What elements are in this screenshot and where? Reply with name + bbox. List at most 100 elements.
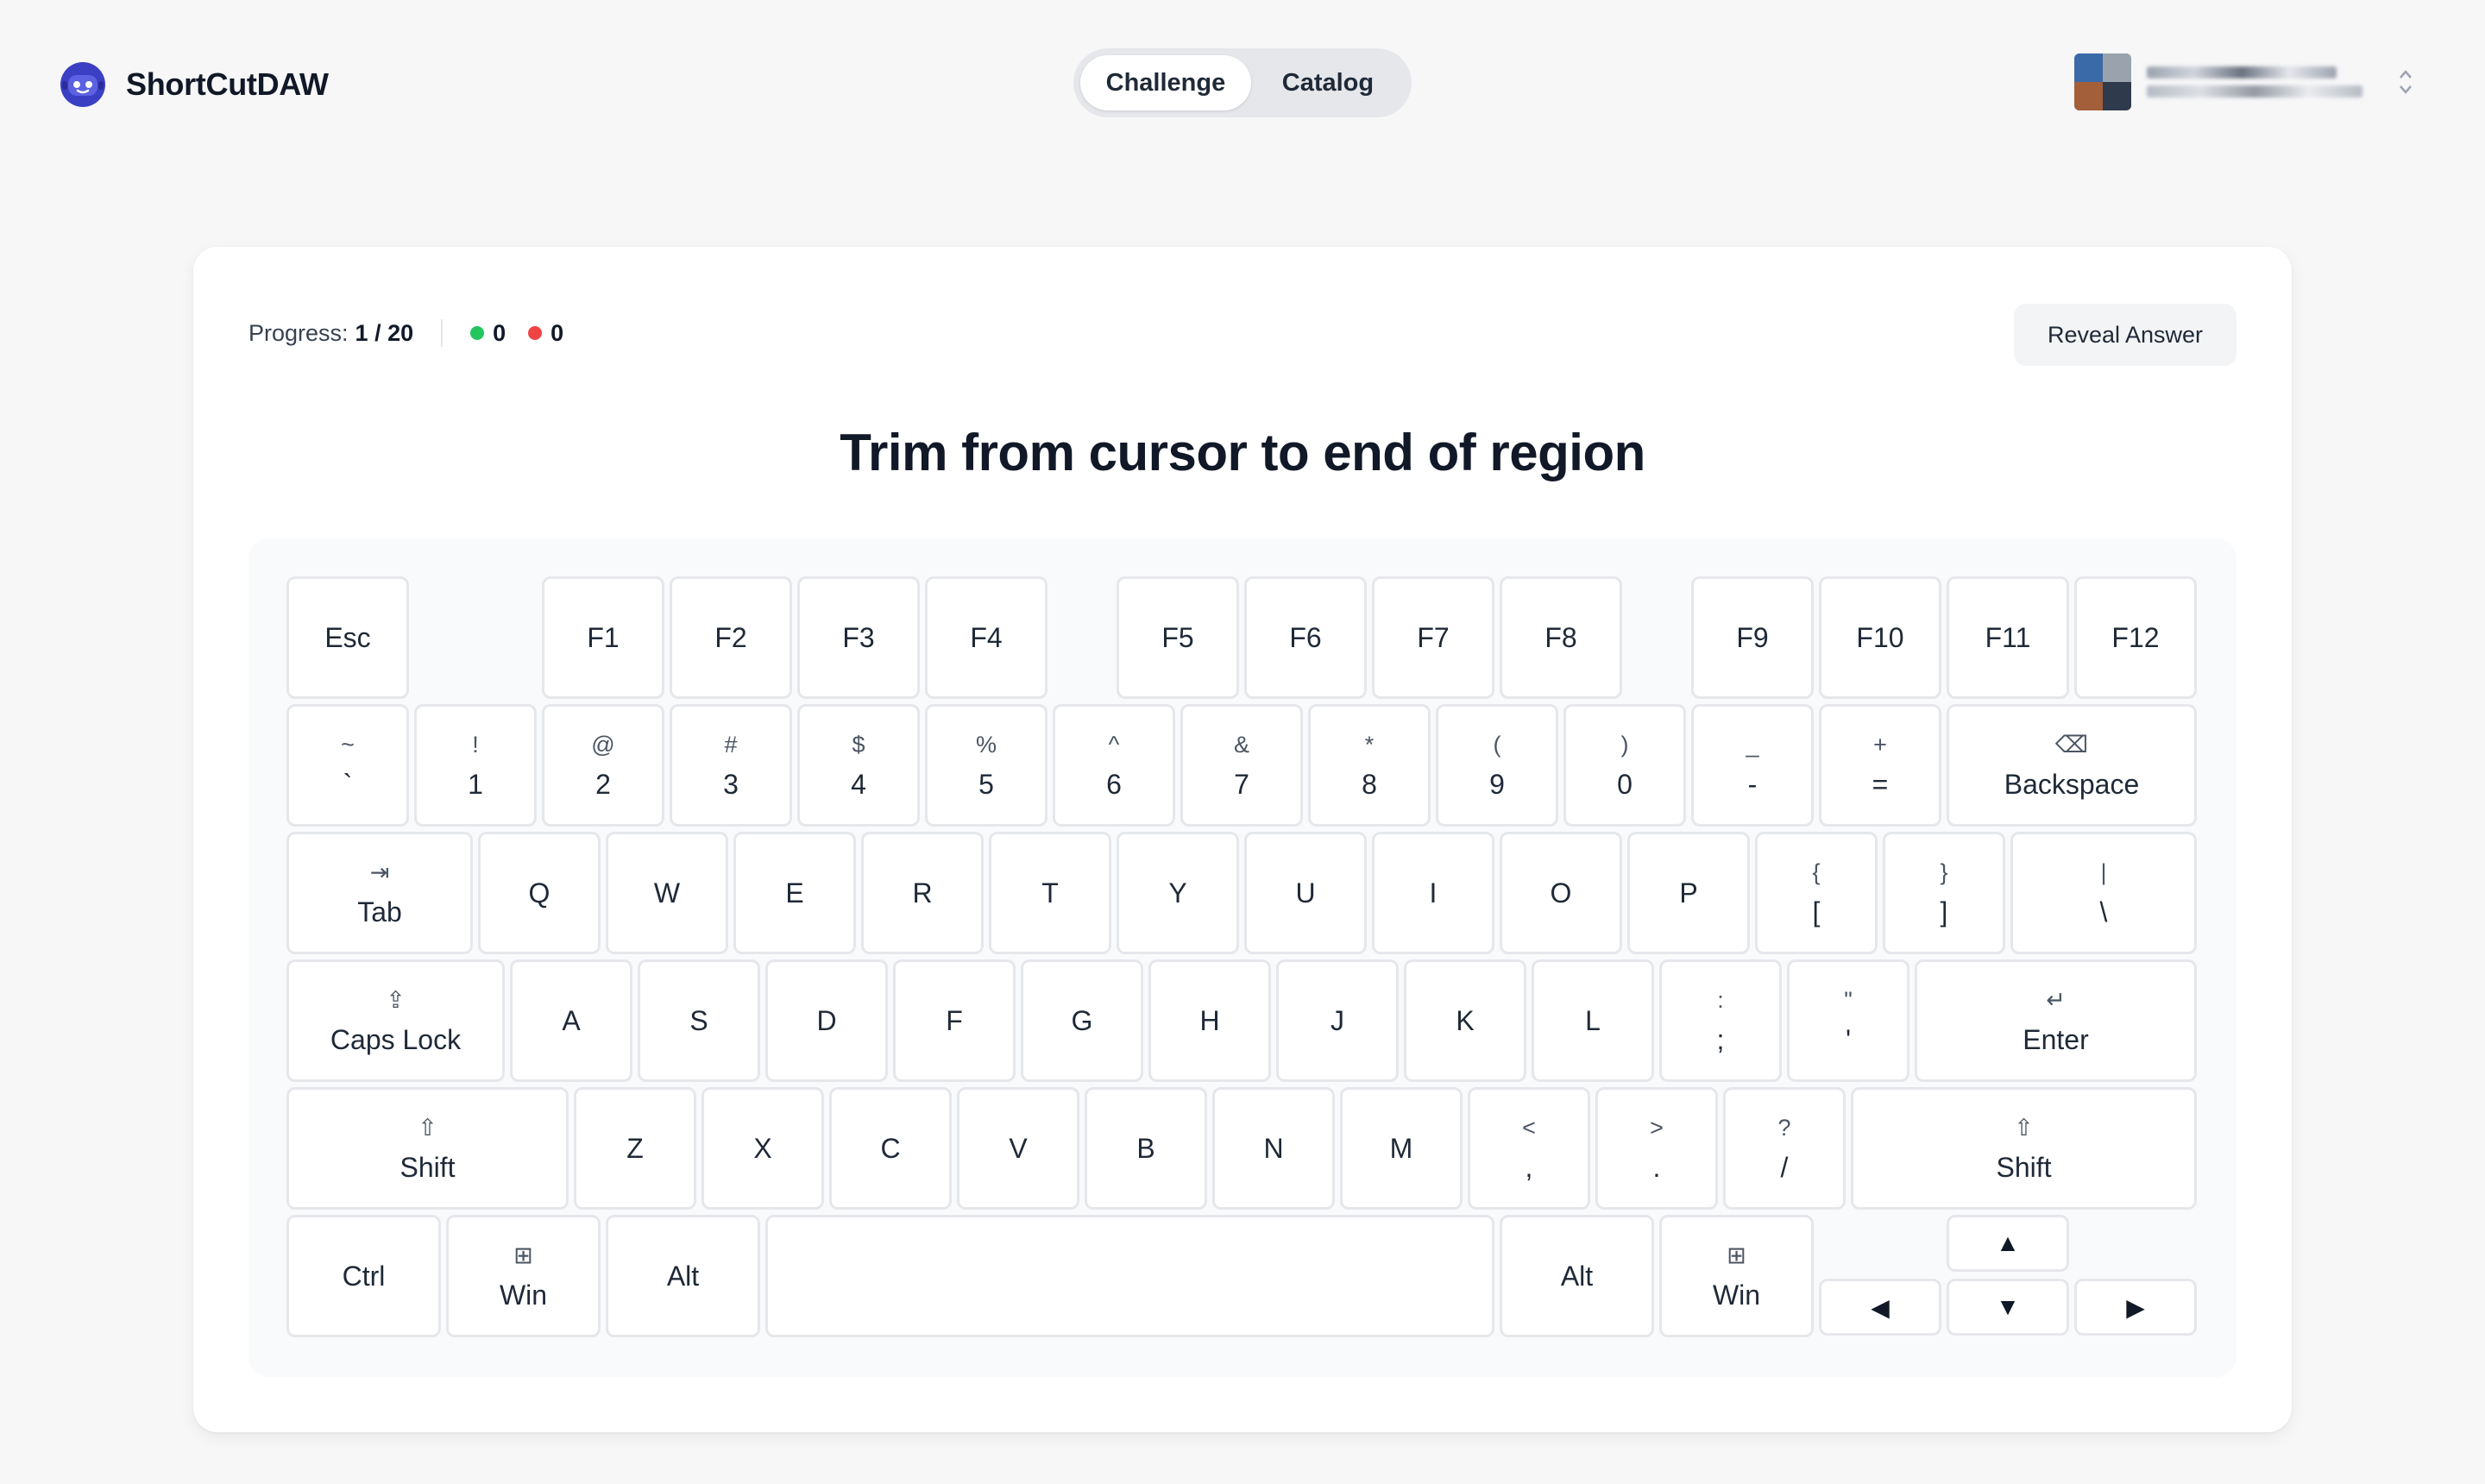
key-f2[interactable]: F2 bbox=[670, 576, 792, 699]
key-f4[interactable]: F4 bbox=[925, 576, 1047, 699]
key-symbol[interactable]: {[ bbox=[1755, 832, 1878, 954]
key-e[interactable]: E bbox=[733, 832, 856, 954]
key-3[interactable]: #3 bbox=[670, 704, 792, 827]
key-shift[interactable]: ⇧ Shift bbox=[286, 1087, 569, 1210]
key-g[interactable]: G bbox=[1021, 959, 1143, 1082]
key-n[interactable]: N bbox=[1212, 1087, 1335, 1210]
key-symbol[interactable]: :; bbox=[1659, 959, 1782, 1082]
key-label: F12 bbox=[2111, 622, 2160, 653]
key-esc[interactable]: Esc bbox=[286, 576, 409, 699]
key-f7[interactable]: F7 bbox=[1372, 576, 1494, 699]
key-f10[interactable]: F10 bbox=[1819, 576, 1941, 699]
user-menu[interactable] bbox=[2074, 53, 2414, 110]
key-d[interactable]: D bbox=[765, 959, 888, 1082]
key-6[interactable]: ^ 6 bbox=[1053, 704, 1175, 827]
key-f[interactable]: F bbox=[893, 959, 1016, 1082]
key-i[interactable]: I bbox=[1372, 832, 1494, 954]
key-f11[interactable]: F11 bbox=[1947, 576, 2069, 699]
key-win[interactable]: ⊞ Win bbox=[1659, 1215, 1814, 1337]
key-5[interactable]: % 5 bbox=[925, 704, 1047, 827]
key-u[interactable]: U bbox=[1244, 832, 1367, 954]
key-1[interactable]: ! 1 bbox=[414, 704, 537, 827]
arrow-down-icon: ▼ bbox=[1996, 1293, 2020, 1320]
key-symbol[interactable]: _ - bbox=[1691, 704, 1814, 827]
key-symbol[interactable]: | \ bbox=[2010, 832, 2197, 954]
key-symbol[interactable]: + = bbox=[1819, 704, 1941, 827]
key-symbol[interactable]: " ' bbox=[1787, 959, 1909, 1082]
key-label: 1 bbox=[468, 768, 483, 800]
key-f3[interactable]: F3 bbox=[797, 576, 920, 699]
key-0[interactable]: ) 0 bbox=[1563, 704, 1686, 827]
key-label: A bbox=[562, 1005, 581, 1036]
key-y[interactable]: Y bbox=[1117, 832, 1239, 954]
key-label: B bbox=[1136, 1133, 1155, 1164]
key-symbol[interactable]: }] bbox=[1883, 832, 2005, 954]
key-arrow-right[interactable]: ▶ bbox=[2074, 1279, 2197, 1336]
key-win[interactable]: ⊞ Win bbox=[446, 1215, 601, 1337]
key-label: F1 bbox=[587, 622, 620, 653]
key-m[interactable]: M bbox=[1340, 1087, 1463, 1210]
key-f5[interactable]: F5 bbox=[1117, 576, 1239, 699]
key-arrow-down[interactable]: ▼ bbox=[1947, 1279, 2069, 1336]
key-4[interactable]: $4 bbox=[797, 704, 920, 827]
arrow-right-icon: ▶ bbox=[2126, 1293, 2145, 1321]
key-caps-lock[interactable]: ⇪ Caps Lock bbox=[286, 959, 505, 1082]
avatar bbox=[2074, 53, 2131, 110]
key-label: 3 bbox=[723, 768, 739, 800]
key-z[interactable]: Z bbox=[574, 1087, 696, 1210]
key-symbol[interactable]: <, bbox=[1468, 1087, 1590, 1210]
key-9[interactable]: (9 bbox=[1436, 704, 1558, 827]
reveal-answer-button[interactable]: Reveal Answer bbox=[2014, 304, 2236, 366]
wrong-score: 0 bbox=[528, 320, 563, 347]
key-ctrl[interactable]: Ctrl bbox=[286, 1215, 441, 1337]
key-shift[interactable]: ⇧ Shift bbox=[1851, 1087, 2197, 1210]
key-label: Shift bbox=[399, 1151, 456, 1183]
key-f1[interactable]: F1 bbox=[542, 576, 664, 699]
key-r[interactable]: R bbox=[861, 832, 984, 954]
key-8[interactable]: * 8 bbox=[1308, 704, 1431, 827]
key-arrow-left[interactable]: ◀ bbox=[1819, 1279, 1941, 1336]
correct-score: 0 bbox=[470, 320, 506, 347]
key-shift-label: ⇪ bbox=[386, 986, 406, 1013]
key-l[interactable]: L bbox=[1532, 959, 1654, 1082]
key-7[interactable]: & 7 bbox=[1180, 704, 1303, 827]
key-label: V bbox=[1009, 1133, 1028, 1164]
key-j[interactable]: J bbox=[1276, 959, 1399, 1082]
key-o[interactable]: O bbox=[1500, 832, 1622, 954]
app-logo[interactable]: ShortCutDAW bbox=[59, 60, 329, 109]
tab-challenge[interactable]: Challenge bbox=[1080, 55, 1251, 110]
key-p[interactable]: P bbox=[1627, 832, 1750, 954]
key-symbol[interactable]: ? / bbox=[1723, 1087, 1846, 1210]
key-x[interactable]: X bbox=[701, 1087, 824, 1210]
key-a[interactable]: A bbox=[510, 959, 632, 1082]
key-s[interactable]: S bbox=[638, 959, 760, 1082]
key-alt[interactable]: Alt bbox=[606, 1215, 760, 1337]
key-h[interactable]: H bbox=[1148, 959, 1271, 1082]
key-tab[interactable]: ⇥ Tab bbox=[286, 832, 473, 954]
key-k[interactable]: K bbox=[1404, 959, 1526, 1082]
key-shift-label: # bbox=[724, 731, 738, 758]
key-q[interactable]: Q bbox=[478, 832, 601, 954]
key-v[interactable]: V bbox=[957, 1087, 1079, 1210]
key-shift-label: ( bbox=[1493, 731, 1501, 758]
arrow-left-icon: ◀ bbox=[1871, 1293, 1890, 1321]
key-arrow-up[interactable]: ▲ bbox=[1947, 1215, 2069, 1272]
key-label: . bbox=[1652, 1151, 1661, 1183]
key-t[interactable]: T bbox=[989, 832, 1111, 954]
key-symbol[interactable]: ~ ` bbox=[286, 704, 409, 827]
tab-catalog[interactable]: Catalog bbox=[1251, 55, 1405, 110]
key-b[interactable]: B bbox=[1085, 1087, 1207, 1210]
key-space[interactable] bbox=[765, 1215, 1494, 1337]
key-label: Backspace bbox=[2004, 768, 2140, 800]
key-f12[interactable]: F12 bbox=[2074, 576, 2197, 699]
key-f9[interactable]: F9 bbox=[1691, 576, 1814, 699]
key-c[interactable]: C bbox=[829, 1087, 952, 1210]
key-enter[interactable]: ↵ Enter bbox=[1915, 959, 2197, 1082]
key-backspace[interactable]: ⌫ Backspace bbox=[1947, 704, 2197, 827]
key-2[interactable]: @2 bbox=[542, 704, 664, 827]
key-alt[interactable]: Alt bbox=[1500, 1215, 1654, 1337]
key-symbol[interactable]: >. bbox=[1595, 1087, 1718, 1210]
key-f8[interactable]: F8 bbox=[1500, 576, 1622, 699]
key-f6[interactable]: F6 bbox=[1244, 576, 1367, 699]
key-w[interactable]: W bbox=[606, 832, 728, 954]
